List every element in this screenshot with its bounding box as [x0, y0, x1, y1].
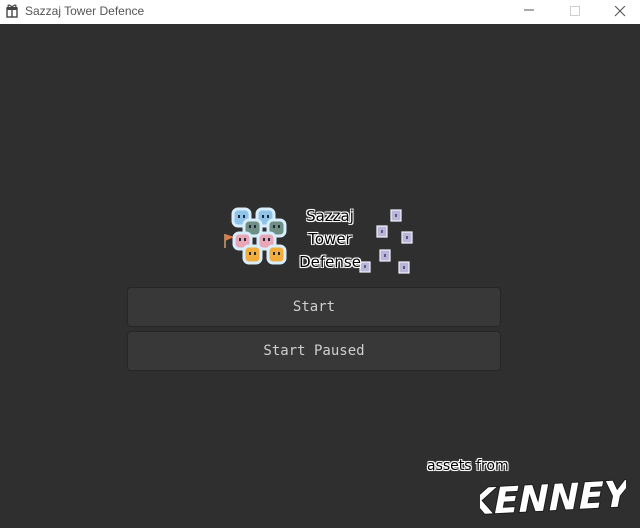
game-title-line: Defense	[299, 253, 361, 271]
start-paused-button[interactable]: Start Paused	[127, 331, 501, 371]
kenney-logo: KENNEY	[480, 478, 626, 524]
game-title-line: Tower	[308, 230, 352, 248]
game-viewport	[0, 24, 640, 528]
gift-box-icon	[6, 4, 18, 18]
close-button[interactable]	[598, 0, 640, 24]
window-title: Sazzaj Tower Defence	[25, 4, 145, 18]
game-title: Sazzaj Tower Defense	[284, 205, 376, 274]
enemy-creatures-icon	[231, 207, 287, 265]
minimize-button[interactable]	[507, 0, 551, 24]
start-button[interactable]: Start	[127, 287, 501, 327]
svg-text:KENNEY: KENNEY	[480, 478, 626, 524]
maximize-button[interactable]	[553, 0, 597, 24]
minimize-icon	[524, 9, 534, 11]
credits-text: assets from	[427, 458, 509, 474]
maximize-icon	[570, 6, 580, 16]
close-icon	[614, 6, 626, 17]
game-title-line: Sazzaj	[306, 207, 354, 225]
title-bar[interactable]: Sazzaj Tower Defence	[0, 0, 640, 24]
